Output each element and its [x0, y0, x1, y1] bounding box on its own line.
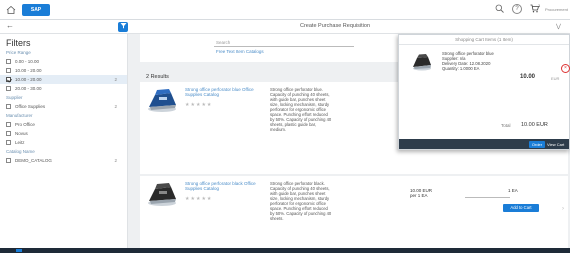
chevron-right-icon[interactable]: › — [562, 206, 564, 212]
product-title[interactable]: Strong office perforator blue Office Sup… — [185, 87, 265, 97]
checkbox[interactable] — [6, 104, 11, 109]
filter-item-catalog-1[interactable]: DEMO_CATALOG 2 — [0, 156, 127, 165]
checkbox[interactable] — [6, 59, 11, 64]
price-unit: per 1 EA — [410, 193, 428, 198]
product-title[interactable]: Strong office perforator black Office Su… — [185, 181, 265, 191]
search-input[interactable]: Search — [214, 38, 354, 47]
sap-logo[interactable]: SAP — [22, 4, 50, 16]
cart-item-image — [411, 53, 433, 71]
home-icon[interactable] — [6, 5, 16, 14]
filter-count: 2 — [114, 158, 117, 163]
popover-header: Shopping Cart Items (1 Item) — [399, 35, 569, 45]
checkbox[interactable] — [6, 140, 11, 145]
filter-group-price: Price Range — [6, 50, 31, 55]
popover-footer: Order View Cart — [399, 139, 569, 149]
search-icon[interactable] — [495, 4, 504, 16]
product-description: Strong office perforator black. Capacity… — [270, 181, 332, 221]
filter-label: Office Supplies — [15, 104, 46, 109]
filter-item-manufacturer-1[interactable]: Pro Office — [0, 120, 127, 129]
cart-item-details: Strong office perforator blue Supplier: … — [442, 51, 494, 71]
cart-popover: Shopping Cart Items (1 Item) Strong offi… — [398, 34, 570, 150]
total-label: Total — [501, 123, 511, 128]
cart-count-badge: 1 — [538, 3, 541, 8]
cart-item-currency: EUR — [551, 76, 560, 81]
bottom-bar — [0, 248, 570, 253]
add-to-cart-button[interactable]: Add to Cart — [503, 204, 539, 212]
filter-label: 0.00 - 10.00 — [15, 59, 40, 64]
perforator-blue-image[interactable] — [145, 87, 179, 113]
remove-item-icon[interactable]: × — [561, 64, 570, 73]
filter-sidebar: Filters Price Range 0.00 - 10.00 10.00 -… — [0, 34, 128, 248]
bottom-accent — [16, 249, 22, 252]
filter-label: 20.00 - 30.00 — [15, 86, 42, 91]
price-block: 10.00 EUR per 1 EA — [410, 188, 432, 198]
checkbox[interactable] — [6, 86, 11, 91]
filter-item-manufacturer-3[interactable]: Leitz — [0, 138, 127, 147]
filter-label: 10.00 - 20.00 — [15, 77, 42, 82]
filter-count: 2 — [114, 77, 117, 82]
checkbox-checked[interactable] — [6, 77, 11, 82]
filter-item-price-3[interactable]: 10.00 - 20.00 2 — [0, 75, 127, 84]
checkbox[interactable] — [6, 122, 11, 127]
product-description: Strong office perforator blue. Capacity … — [270, 87, 332, 132]
filter-count: 2 — [114, 104, 117, 109]
quantity-input[interactable] — [465, 190, 510, 198]
app-root: SAP ? 1 Procurement ← Create Purchase Re… — [0, 0, 570, 253]
rating-stars: ★★★★★ — [185, 102, 213, 108]
order-button[interactable]: Order — [529, 141, 545, 148]
filter-item-supplier-1[interactable]: Office Supplies 2 — [0, 102, 127, 111]
checkbox[interactable] — [6, 68, 11, 73]
filter-group-catalog: Catalog Name — [6, 149, 35, 154]
checkbox[interactable] — [6, 158, 11, 163]
share-icon[interactable]: ⋁ — [556, 23, 561, 30]
view-cart-button[interactable]: View Cart — [547, 141, 569, 148]
filters-title: Filters — [6, 38, 31, 48]
total-value: 10.00 EUR — [521, 122, 548, 128]
results-title: 2 Results — [146, 74, 169, 80]
quantity-unit: EA — [511, 188, 518, 193]
filter-item-price-4[interactable]: 20.00 - 30.00 — [0, 84, 127, 93]
quantity-value[interactable]: 1 EA — [508, 188, 518, 193]
filter-label: 10.00 - 20.00 — [15, 68, 42, 73]
filter-label: Pro Office — [15, 122, 35, 127]
shell-bar: SAP ? 1 Procurement — [0, 0, 570, 20]
quantity-number: 1 — [508, 188, 511, 193]
filter-toggle-button[interactable] — [118, 22, 128, 32]
checkbox[interactable] — [6, 131, 11, 136]
filter-group-manufacturer: Manufacturer — [6, 113, 33, 118]
search-links[interactable]: Free Text Item Catalogs — [216, 49, 264, 54]
filter-item-price-2[interactable]: 10.00 - 20.00 — [0, 66, 127, 75]
back-arrow-icon[interactable]: ← — [6, 21, 14, 30]
filter-item-price-1[interactable]: 0.00 - 10.00 — [0, 57, 127, 66]
perforator-black-image[interactable] — [145, 181, 179, 207]
help-icon[interactable]: ? — [512, 4, 522, 14]
user-menu[interactable]: Procurement — [545, 7, 568, 12]
cart-item-price: 10.00 — [520, 74, 536, 80]
filter-group-supplier: Supplier — [6, 95, 23, 100]
filter-item-manufacturer-2[interactable]: Novus — [0, 129, 127, 138]
result-item[interactable]: Strong office perforator black Office Su… — [140, 176, 568, 248]
page-header: ← Create Purchase Requisition ⋁ — [0, 20, 570, 34]
filter-label: Leitz — [15, 140, 25, 145]
rating-stars: ★★★★★ — [185, 196, 213, 202]
filter-label: Novus — [15, 131, 28, 136]
page-title: Create Purchase Requisition — [300, 23, 371, 29]
filter-label: DEMO_CATALOG — [15, 158, 52, 163]
